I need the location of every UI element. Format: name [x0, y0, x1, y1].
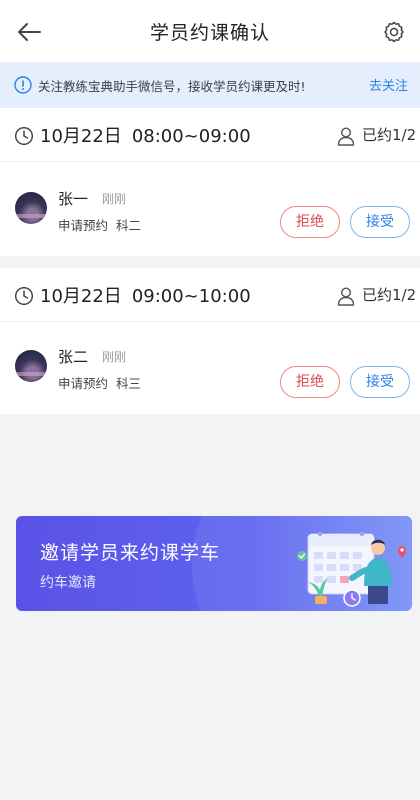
page-title: 学员约课确认 [149, 22, 270, 44]
slot-card: 10月22日 09:00~10:00 已约1/2 张二 刚刚 申请预约 科三 拒绝 … [0, 268, 420, 414]
request-label: 申请预约 [58, 218, 109, 233]
notice-bar: 关注教练宝典助手微信号，接收学员约课更及时! 去关注 [0, 62, 420, 108]
student-name: 张一 [58, 190, 89, 208]
subject-label: 科三 [116, 376, 142, 391]
gear-icon[interactable] [382, 20, 406, 44]
avatar [15, 192, 47, 224]
slot-header: 10月22日 08:00~09:00 已约1/2 [0, 108, 420, 162]
booked-count: 已约1/2 [362, 126, 417, 144]
person-icon [337, 287, 355, 306]
slot-range: 09:00~10:00 [131, 286, 251, 307]
reject-button[interactable]: 拒绝 [280, 206, 340, 238]
slot-time: 10月22日 08:00~09:00 [40, 122, 251, 148]
request-label: 申请预约 [58, 376, 109, 391]
calendar-illustration-icon [297, 531, 406, 607]
student-name: 张二 [58, 348, 89, 366]
reject-button[interactable]: 拒绝 [280, 366, 340, 398]
request-time: 刚刚 [102, 350, 127, 364]
subject-label: 科二 [116, 218, 142, 233]
clock-icon [14, 126, 34, 146]
person-icon [337, 127, 355, 146]
info-icon [14, 76, 32, 94]
slot-card: 10月22日 08:00~09:00 已约1/2 张一 刚刚 申请预约 科二 拒绝 … [0, 108, 420, 256]
slot-time: 10月22日 09:00~10:00 [40, 282, 251, 308]
request-time: 刚刚 [102, 192, 127, 206]
request-info: 申请预约 科二 [58, 215, 141, 234]
slot-date: 10月22日 [40, 126, 122, 147]
accept-button[interactable]: 接受 [350, 366, 410, 398]
booked-count: 已约1/2 [362, 286, 417, 304]
request-info: 申请预约 科三 [58, 373, 141, 392]
slot-date: 10月22日 [40, 286, 122, 307]
banner-title: 邀请学员来约课学车 [40, 542, 221, 564]
slot-range: 08:00~09:00 [131, 126, 251, 147]
follow-link[interactable]: 去关注 [369, 75, 408, 94]
slot-header: 10月22日 09:00~10:00 已约1/2 [0, 268, 420, 322]
clock-icon [14, 286, 34, 306]
invite-banner[interactable]: 邀请学员来约课学车 约车邀请 [16, 516, 412, 611]
notice-text: 关注教练宝典助手微信号，接收学员约课更及时! [38, 79, 306, 94]
accept-button[interactable]: 接受 [350, 206, 410, 238]
header: 学员约课确认 [0, 0, 420, 62]
avatar [15, 350, 47, 382]
banner-subtitle: 约车邀请 [40, 575, 96, 591]
